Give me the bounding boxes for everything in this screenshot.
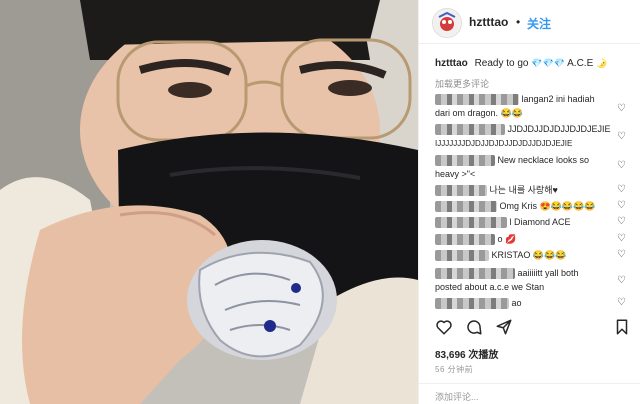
blurred-username (435, 234, 495, 246)
like-comment-heart-icon[interactable]: ♡ (617, 131, 626, 142)
caption: hztttao Ready to go 💎💎💎 A.C.E 🌛 (435, 58, 607, 69)
comment-line: KRISTAO 😂😂😂 (435, 249, 566, 262)
share-icon[interactable] (495, 318, 513, 336)
post-photo[interactable] (0, 0, 418, 404)
view-more-comments[interactable]: 加载更多评论 (435, 77, 489, 90)
like-comment-heart-icon[interactable]: ♡ (617, 297, 626, 308)
add-comment-bar: 添加评论... (419, 383, 640, 404)
comment-text: dari om dragon. 😂😂 (435, 108, 523, 118)
like-comment-heart-icon[interactable]: ♡ (617, 216, 626, 227)
heart-icon[interactable] (435, 318, 453, 336)
like-comment-heart-icon[interactable]: ♡ (617, 275, 626, 286)
separator-dot: • (516, 15, 521, 29)
comment-icon[interactable] (465, 318, 483, 336)
comment-line: 나는 내를 사랑해♥ (435, 184, 558, 197)
like-comment-heart-icon[interactable]: ♡ (617, 249, 626, 260)
like-comment-heart-icon[interactable]: ♡ (617, 233, 626, 244)
blurred-username (435, 217, 507, 229)
comment-text: aaiiiiitt yall both (517, 268, 579, 278)
comment-text: KRISTAO 😂😂😂 (491, 250, 567, 260)
comment-line: langan2 ini hadiah (435, 93, 595, 106)
gem-emoji: 💎💎💎 (531, 58, 565, 68)
comment-text: ao (511, 298, 522, 308)
caption-username[interactable]: hztttao (435, 58, 468, 69)
comment-line: JJDJDJJDJDJJDJDJEJIE (435, 123, 611, 136)
comment-line: Omg Kris 😍😂😂😂😂 (435, 200, 596, 213)
comment-line: IJJJJJJJDJDJJDJDJJDJDJJDJDJEJIE (435, 137, 572, 150)
comment-text: langan2 ini hadiah (521, 94, 595, 104)
comment-text: posted about a.c.e we Stan (435, 282, 545, 292)
comment-text: l Diamond ACE (509, 217, 571, 227)
blurred-username (435, 250, 489, 262)
action-bar (433, 318, 633, 338)
comment-text: Omg Kris 😍😂😂😂😂 (499, 201, 596, 211)
moon-emoji: 🌛 (596, 58, 608, 68)
like-comment-heart-icon[interactable]: ♡ (617, 184, 626, 195)
comment-line: aaiiiiitt yall both (435, 267, 579, 280)
blurred-username (435, 124, 505, 136)
comment-text: o 💋 (497, 234, 517, 244)
avatar-image (433, 9, 461, 37)
view-count: 83,696 次播放 (435, 350, 499, 361)
comment-line: New necklace looks so (435, 154, 589, 167)
add-comment-input[interactable]: 添加评论... (435, 390, 479, 403)
blurred-username (435, 94, 519, 106)
like-comment-heart-icon[interactable]: ♡ (617, 160, 626, 171)
comment-text: heavy >"< (435, 169, 476, 179)
comment-line: heavy >"< (435, 168, 475, 181)
follow-button[interactable]: 关注 (527, 15, 551, 32)
avatar[interactable] (432, 8, 462, 38)
blurred-username (435, 155, 495, 167)
comment-line: posted about a.c.e we Stan (435, 281, 544, 294)
like-comment-heart-icon[interactable]: ♡ (617, 200, 626, 211)
comment-text: JJDJDJJDJDJJDJDJEJIE (507, 124, 611, 134)
username-link[interactable]: hztttao (469, 15, 508, 29)
blurred-username (435, 201, 497, 213)
blurred-username (435, 268, 515, 280)
like-comment-heart-icon[interactable]: ♡ (617, 103, 626, 114)
comment-line: ao (435, 297, 522, 310)
post-header: hztttao • 关注 (419, 0, 640, 44)
comment-line: dari om dragon. 😂😂 (435, 107, 523, 120)
blurred-username (435, 185, 487, 197)
comment-line: l Diamond ACE (435, 216, 571, 229)
caption-text: Ready to go (474, 58, 529, 69)
blurred-username (435, 298, 509, 310)
bookmark-icon[interactable] (613, 318, 631, 336)
instagram-post: hztttao • 关注 hztttao Ready to go 💎💎💎 A.C… (0, 0, 640, 404)
comment-text: 나는 내를 사랑해♥ (489, 185, 558, 195)
caption-tail: A.C.E (567, 58, 594, 69)
comment-text: New necklace looks so (497, 155, 590, 165)
comment-line: o 💋 (435, 233, 516, 246)
post-side-panel: hztttao • 关注 hztttao Ready to go 💎💎💎 A.C… (418, 0, 640, 404)
comment-text: IJJJJJJJDJDJJDJDJJDJDJJDJDJEJIE (435, 139, 573, 148)
selfie-image (0, 0, 418, 404)
post-timestamp: 56 分钟前 (435, 365, 474, 374)
